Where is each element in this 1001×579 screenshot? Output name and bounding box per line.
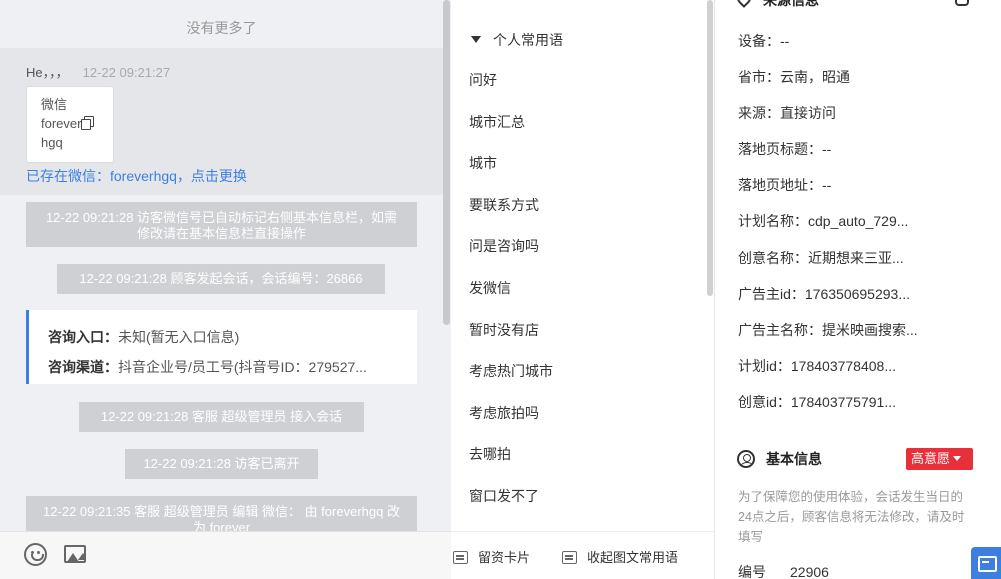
system-message: 12-22 09:21:35 客服 超级管理员 编辑 微信： 由 forever… <box>26 496 417 531</box>
source-field: 落地页地址：-- <box>738 177 832 194</box>
source-field: 设备：-- <box>738 33 790 49</box>
visitor-message-time: 12-22 09:21:27 <box>82 65 171 80</box>
source-field: 广告主id：176350695293... <box>738 285 910 302</box>
source-info-header: 来源信息 <box>734 0 819 10</box>
source-info-title: 来源信息 <box>763 0 819 8</box>
copy-icon[interactable] <box>81 116 95 130</box>
phrase-item[interactable]: 暂时没有店 <box>469 310 699 352</box>
no-more-text: 没有更多了 <box>186 20 257 36</box>
message-icon <box>562 551 577 564</box>
wechat-card-label: 微信 <box>41 97 68 112</box>
phrase-list: 问好 城市汇总 城市 要联系方式 问是咨询吗 发微信 暂时没有店 考虑热门城市 … <box>469 60 699 518</box>
phrase-item[interactable]: 考虑热门城市 <box>469 351 699 393</box>
customer-code-value: 22906 <box>790 564 829 579</box>
customer-code-row: 编号 22906 <box>738 562 829 579</box>
source-field: 来源：直接访问 <box>738 105 836 122</box>
system-message: 12-22 09:21:28 客服 超级管理员 接入会话 <box>79 402 364 432</box>
source-field: 落地页标题：-- <box>738 141 832 158</box>
phrase-item[interactable]: 问好 <box>469 60 699 102</box>
consult-info-card: 咨询入口：未知(暂无入口信息) 咨询渠道：抖音企业号/员工号(抖音号ID：279… <box>26 310 417 384</box>
consult-channel-label: 咨询渠道： <box>48 359 118 375</box>
chat-input-toolbar <box>0 531 451 579</box>
system-message: 12-22 09:21:28 顾客发起会话，会话编号：26866 <box>57 264 385 294</box>
basic-info-header: 基本信息 <box>737 449 822 469</box>
collapse-icon[interactable] <box>955 0 969 6</box>
intent-value: 高意愿 <box>911 451 951 466</box>
common-phrases-panel: 个人常用语 问好 城市汇总 城市 要联系方式 问是咨询吗 发微信 暂时没有店 考… <box>451 0 714 531</box>
edit-notice: 为了保障您的使用体验，会话发生当日的24点之后，顾客信息将无法修改，请及时填写 <box>738 490 965 544</box>
phrase-item[interactable]: 去哪拍 <box>469 434 699 476</box>
emoji-icon[interactable] <box>24 543 47 566</box>
visitor-message: He，，， 12-22 09:21:27 微信 forever hgq 已存在微信… <box>0 48 443 195</box>
source-field: 计划名称：cdp_auto_729... <box>738 213 909 230</box>
lead-card-button[interactable]: 留资卡片 <box>453 547 530 566</box>
phrase-item[interactable]: 考虑旅拍吗 <box>469 393 699 435</box>
chat-history[interactable]: 没有更多了 He，，， 12-22 09:21:27 微信 forever hgq… <box>0 0 451 531</box>
source-field-list: 设备：-- 省市：云南，昭通 来源：直接访问 落地页标题：-- 落地页地址：--… <box>738 23 988 420</box>
wechat-card: 微信 forever hgq <box>26 86 114 163</box>
system-message: 12-22 09:21:28 访客已离开 <box>125 449 318 479</box>
wechat-card-id-line1: forever <box>41 116 82 131</box>
source-field: 创意名称：近期想来三亚... <box>738 249 904 266</box>
message-icon <box>453 551 468 564</box>
wechat-card-id-line2: hgq <box>41 135 63 150</box>
phrase-item[interactable]: 窗口发不了 <box>469 476 699 518</box>
consult-entry-label: 咨询入口： <box>48 329 118 345</box>
phrase-group-header[interactable]: 个人常用语 <box>471 30 563 50</box>
phrase-item[interactable]: 问是咨询吗 <box>469 226 699 268</box>
phrase-item[interactable]: 要联系方式 <box>469 185 699 227</box>
visitor-message-header: He，，， 12-22 09:21:27 <box>26 62 170 81</box>
caret-down-icon <box>471 36 481 43</box>
customer-info-panel: 来源信息 设备：-- 省市：云南，昭通 来源：直接访问 落地页标题：-- 落地页… <box>714 0 1001 579</box>
chat-scrollbar[interactable] <box>443 0 450 325</box>
source-field: 省市：云南，昭通 <box>738 69 850 86</box>
chat-panel: 没有更多了 He，，， 12-22 09:21:27 微信 forever hgq… <box>0 0 451 579</box>
image-icon[interactable] <box>64 545 86 563</box>
phrase-item[interactable]: 城市 <box>469 143 699 185</box>
intent-dropdown[interactable]: 高意愿 <box>906 448 973 470</box>
phrase-item[interactable]: 城市汇总 <box>469 102 699 144</box>
consult-channel-value: 抖音企业号/员工号(抖音号ID：279527... <box>118 359 367 375</box>
phrase-toolbar: 留资卡片 收起图文常用语 <box>451 531 714 579</box>
wechat-change-link[interactable]: 已存在微信：foreverhgq，点击更换 <box>26 166 247 186</box>
collapse-phrases-button[interactable]: 收起图文常用语 <box>562 547 678 566</box>
caret-down-icon <box>953 456 962 461</box>
system-message: 12-22 09:21:28 访客微信号已自动标记右侧基本信息栏，如需修改请在基… <box>26 202 417 247</box>
source-field: 创意id：178403775791... <box>738 393 896 410</box>
basic-info-title: 基本信息 <box>766 451 822 467</box>
lead-card-label: 留资卡片 <box>478 550 531 565</box>
consult-entry-value: 未知(暂无入口信息) <box>118 329 240 345</box>
customer-code-label: 编号 <box>738 564 766 579</box>
user-icon <box>737 450 755 468</box>
location-pin-icon <box>734 0 754 8</box>
floating-chat-icon[interactable] <box>971 547 1001 579</box>
collapse-phrases-label: 收起图文常用语 <box>587 550 679 565</box>
visitor-message-text: He，，， <box>26 65 69 80</box>
phrase-group-title: 个人常用语 <box>493 32 563 48</box>
phrase-scrollbar[interactable] <box>707 0 713 296</box>
phrase-item[interactable]: 发微信 <box>469 268 699 310</box>
source-field: 计划id：178403778408... <box>738 357 896 374</box>
source-field: 广告主名称：提米映画搜索... <box>738 321 918 338</box>
